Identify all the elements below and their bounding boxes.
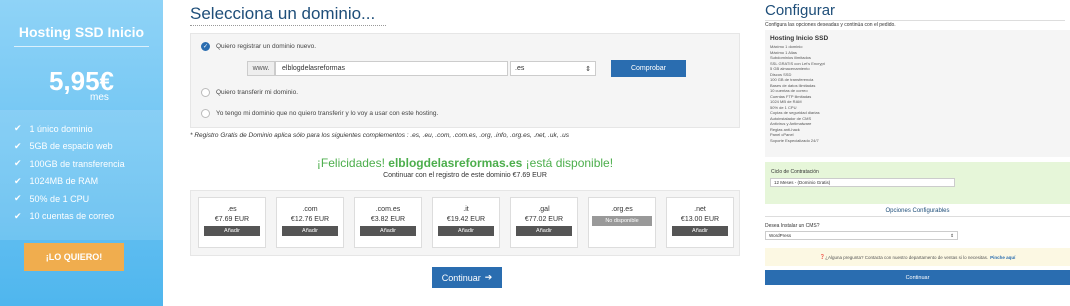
radio-icon[interactable] [201, 88, 210, 97]
add-button[interactable]: Añadir [204, 226, 260, 236]
check-icon: ✔ [14, 193, 22, 204]
check-icon: ✔ [14, 123, 22, 134]
plan-feature: ✔ 10 cuentas de correo [14, 210, 115, 222]
www-prefix: www. [247, 61, 275, 76]
option-own-domain[interactable]: Yo tengo mi dominio que no quiero transf… [201, 109, 438, 118]
plan-cta-button[interactable]: ¡LO QUIERO! [24, 243, 124, 271]
check-button[interactable]: Comprobar [611, 60, 686, 77]
plan-feature: ✔ 5GB de espacio web [14, 140, 113, 152]
suggestion-card: .es €7.69 EUR Añadir [198, 197, 266, 248]
config-options-line [765, 216, 1070, 217]
page: Hosting SSD Inicio 5,95€ mes ✔ 1 único do… [0, 0, 1070, 306]
help-box: ❓ ¿Alguna pregunta? Contacta con nuestro… [765, 248, 1070, 266]
help-link[interactable]: Pinche aquí [990, 255, 1015, 260]
availability-message: ¡Felicidades! elblogdelasreformas.es ¡es… [316, 156, 614, 170]
add-button[interactable]: Añadir [438, 226, 494, 236]
select-arrows-icon: ⇕ [950, 232, 954, 238]
check-icon: ✔ [14, 158, 22, 169]
suggestion-card: .org.es No disponible [588, 197, 656, 248]
billing-cycle-label: Ciclo de Contratación [771, 169, 819, 175]
plan-divider [14, 46, 149, 47]
billing-cycle-select[interactable]: 12 Meses - (Dominio Gratis) [770, 178, 955, 187]
tld-select[interactable]: .es ⇕ [510, 61, 596, 76]
suggestion-card: .net €13.00 EUR Añadir [666, 197, 734, 248]
domain-name-input[interactable]: elblogdelasreformas [275, 61, 508, 76]
plan-feature: ✔ 50% de 1 CPU [14, 193, 90, 204]
unavailable-badge: No disponible [592, 216, 652, 226]
plan-feature: ✔ 1024MB de RAM [14, 175, 99, 187]
add-button[interactable]: Añadir [516, 226, 572, 236]
suggestion-card: .gal €77.02 EUR Añadir [510, 197, 578, 248]
plan-feature: ✔ 1 único dominio [14, 123, 93, 134]
plan-title: Hosting SSD Inicio [18, 24, 145, 40]
suggestion-card: .com €12.76 EUR Añadir [276, 197, 344, 248]
check-icon: ✔ [14, 210, 22, 221]
cms-select[interactable]: WordPress ⇕ [765, 231, 958, 240]
suggestion-card: .it €19.42 EUR Añadir [432, 197, 500, 248]
check-icon: ✔ [14, 140, 22, 151]
option-transfer[interactable]: Quiero transferir mi dominio. [201, 88, 298, 97]
free-domain-note: * Registro Gratis de Dominio aplica sólo… [190, 132, 569, 139]
billing-cycle-box: Ciclo de Contratación 12 Meses - (Domini… [765, 162, 1070, 204]
plan-period: mes [90, 92, 109, 103]
config-title-line [765, 20, 1065, 21]
radio-checked-icon[interactable]: ✓ [201, 42, 210, 51]
arrow-right-icon: ➔ [484, 272, 493, 282]
cms-label: Desea Instalar un CMS? [765, 223, 820, 229]
plan-features: ✔ 1 único dominio ✔ 5GB de espacio web ✔ 10… [0, 110, 163, 240]
config-continue-button[interactable]: Continuar [765, 270, 1070, 285]
add-button[interactable]: Añadir [360, 226, 416, 236]
radio-icon[interactable] [201, 109, 210, 118]
option-register[interactable]: ✓ Quiero registrar un dominio nuevo. [201, 42, 316, 51]
product-summary: Hosting Inicio SSD Máximo 1 dominio Máxi… [765, 30, 1070, 157]
title-underline [190, 25, 386, 26]
check-icon: ✔ [14, 175, 22, 186]
product-name: Hosting Inicio SSD [770, 35, 829, 42]
config-title: Configurar [765, 2, 836, 19]
add-button[interactable]: Añadir [282, 226, 338, 236]
domain-title: Selecciona un dominio... [190, 4, 376, 23]
plan-price: 5,95€ [48, 66, 115, 96]
suggestion-card: .com.es €3.82 EUR Añadir [354, 197, 422, 248]
plan-card: Hosting SSD Inicio 5,95€ mes ✔ 1 único do… [0, 0, 163, 306]
plan-feature: ✔ 100GB de transferencia [14, 158, 125, 169]
select-arrows-icon: ⇕ [585, 65, 591, 73]
availability-subtext: Continuar con el registro de este domini… [383, 172, 547, 179]
config-options-title: Opciones Configurables [885, 208, 950, 214]
domain-continue-button[interactable]: Continuar ➔ [432, 267, 502, 288]
add-button[interactable]: Añadir [672, 226, 728, 236]
config-subtitle: Configura las opciones deseadas y contin… [765, 22, 896, 28]
